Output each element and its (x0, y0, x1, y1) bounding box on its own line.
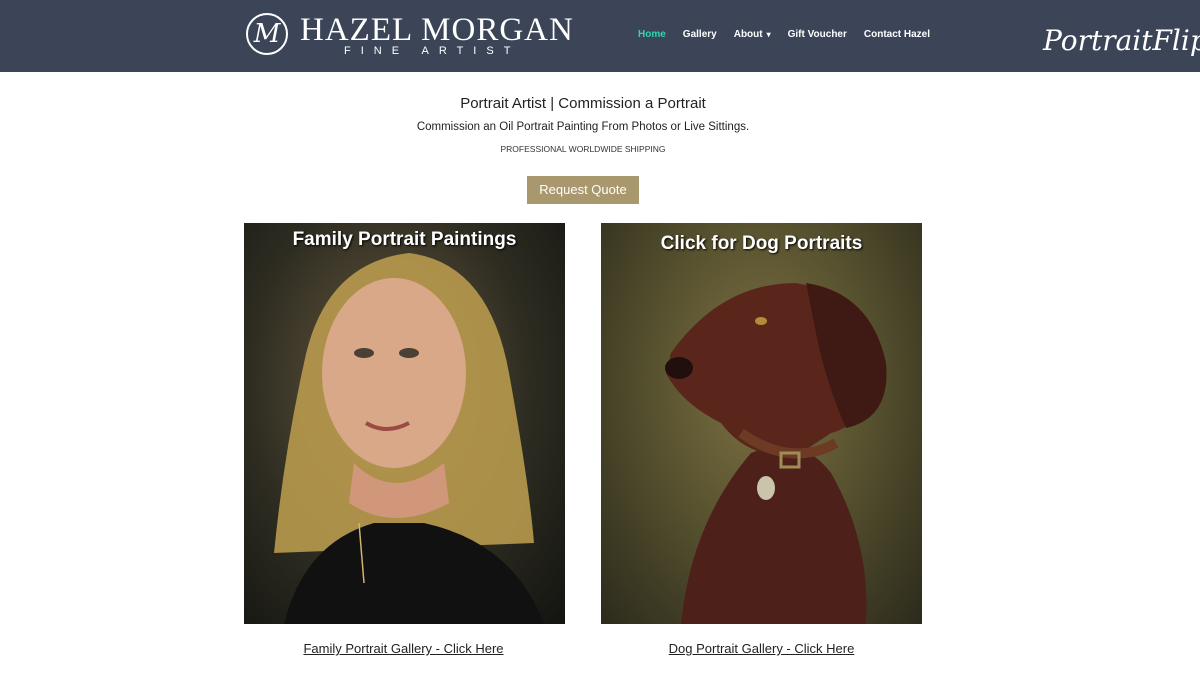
shipping-note: PROFESSIONAL WORLDWIDE SHIPPING (500, 144, 666, 154)
family-portrait-image (274, 253, 544, 624)
page-title: Portrait Artist | Commission a Portrait (460, 95, 706, 112)
logo-monogram: M (246, 13, 288, 55)
dog-portrait-image (665, 283, 887, 624)
nav-item-home[interactable]: Home (638, 29, 666, 40)
family-portrait-caption: Family Portrait Paintings (292, 229, 517, 250)
main-nav: Home Gallery About ▾ Gift Voucher Contact… (638, 29, 947, 40)
family-gallery-link[interactable]: Family Portrait Gallery - Click Here (243, 641, 564, 656)
dog-portrait-caption: Click for Dog Portraits (660, 233, 863, 254)
portraitflip-watermark: PortraitFlip (1043, 24, 1200, 57)
dog-portrait-card[interactable]: Click for Dog Portraits (601, 223, 922, 624)
request-quote-button[interactable]: Request Quote (527, 176, 639, 204)
page-subtitle: Commission an Oil Portrait Painting From… (416, 121, 750, 133)
logo-subtitle: FINE ARTIST (344, 45, 521, 57)
chevron-down-icon: ▾ (766, 30, 771, 39)
dog-gallery-link[interactable]: Dog Portrait Gallery - Click Here (601, 641, 922, 656)
nav-item-contact[interactable]: Contact Hazel (864, 29, 930, 40)
nav-item-gift-voucher[interactable]: Gift Voucher (788, 29, 847, 40)
logo-name: HAZEL MORGAN (300, 12, 574, 48)
site-header: M HAZEL MORGAN FINE ARTIST Home Gallery … (0, 0, 1200, 72)
family-portrait-card[interactable]: Family Portrait Paintings (244, 223, 565, 624)
nav-item-gallery[interactable]: Gallery (683, 29, 717, 40)
nav-item-about[interactable]: About ▾ (734, 29, 771, 40)
